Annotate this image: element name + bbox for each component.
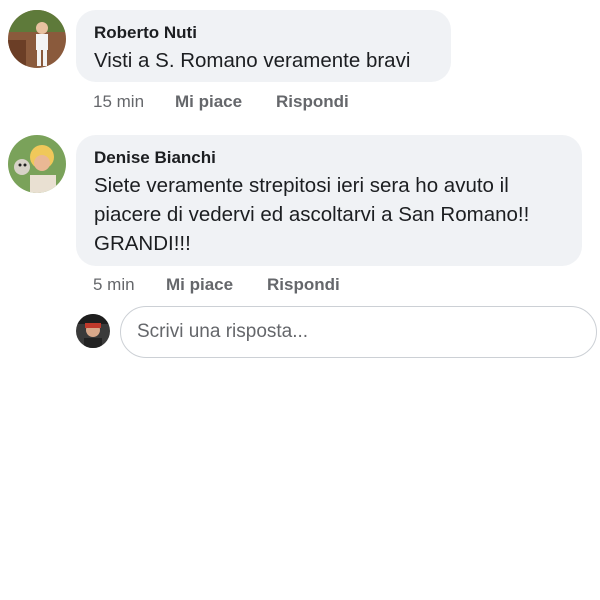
comment-timestamp[interactable]: 5 min — [93, 275, 135, 295]
avatar[interactable] — [8, 135, 66, 193]
reply-button[interactable]: Rispondi — [276, 92, 349, 112]
avatar[interactable] — [8, 10, 66, 68]
comment-text-line: Siete veramente strepitosi ieri sera ho … — [94, 174, 509, 197]
avatar-photo-icon — [8, 135, 66, 193]
comment-author[interactable]: Roberto Nuti — [94, 23, 197, 43]
comment-text: Visti a S. Romano veramente bravi — [94, 49, 411, 72]
avatar-photo-icon — [8, 10, 66, 68]
avatar-photo-icon — [76, 314, 110, 348]
like-button[interactable]: Mi piace — [166, 275, 233, 295]
current-user-avatar — [76, 314, 110, 348]
like-button[interactable]: Mi piace — [175, 92, 242, 112]
comment-text-line: GRANDI!!! — [94, 232, 191, 255]
comment-thread: Roberto Nuti Visti a S. Romano veramente… — [0, 0, 600, 600]
comment-timestamp[interactable]: 15 min — [93, 92, 144, 112]
reply-input-placeholder: Scrivi una risposta... — [137, 321, 309, 342]
comment-text-line: piacere di vedervi ed ascoltarvi a San R… — [94, 203, 530, 226]
reply-input[interactable]: Scrivi una risposta... — [120, 306, 597, 358]
comment-author[interactable]: Denise Bianchi — [94, 148, 216, 168]
reply-button[interactable]: Rispondi — [267, 275, 340, 295]
